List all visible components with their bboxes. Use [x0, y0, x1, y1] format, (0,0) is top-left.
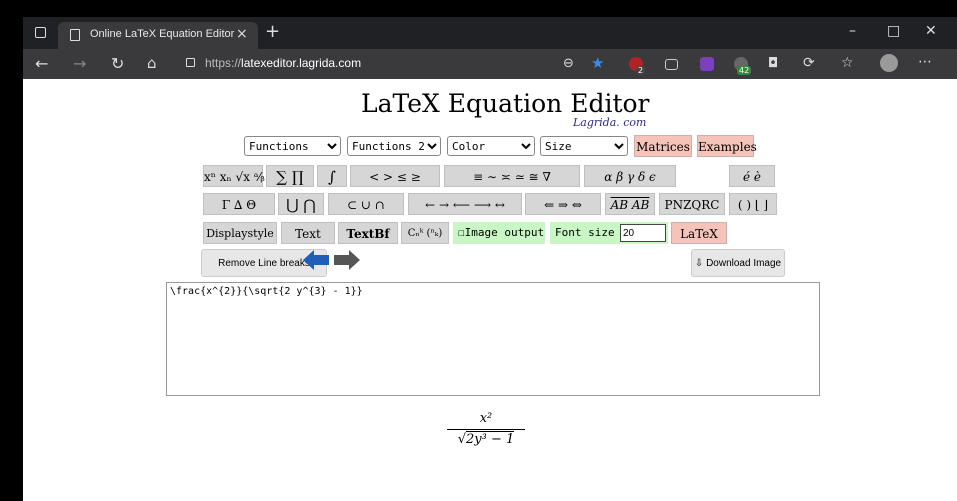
page-title-text: Equation Editor	[439, 89, 650, 118]
url-host: latexeditor.lagrida.com	[241, 56, 362, 70]
favorites-list-icon[interactable]: ☆	[841, 55, 854, 71]
favorite-star-icon[interactable]: ★	[591, 54, 604, 72]
download-image-label: Download Image	[706, 258, 782, 269]
extension-shield-icon[interactable]: ◘	[768, 56, 778, 71]
number-sets-button[interactable]: PNZQRC	[659, 193, 725, 215]
image-output-toggle[interactable]: ☐Image output	[453, 222, 545, 244]
arrows-button[interactable]: ← → ⟵ ⟶ ↔	[408, 193, 522, 215]
fraction-denominator: √2y³ − 1	[447, 429, 525, 447]
relations-button[interactable]: ≡ ∼ ≍ ≃ ≅ ∇	[444, 165, 580, 187]
download-image-button[interactable]: ⇩ Download Image	[691, 249, 785, 277]
url-field[interactable]: https://latexeditor.lagrida.com	[205, 56, 361, 70]
greek-upper-button[interactable]: Γ ∆ Θ	[203, 193, 275, 215]
window-menu-icon[interactable]	[35, 27, 46, 38]
accents-button[interactable]: é è	[729, 165, 775, 187]
home-icon[interactable]: ⌂	[147, 54, 157, 72]
font-size-label: Font size	[555, 226, 615, 239]
extension-badge-green: 42	[737, 66, 752, 75]
functions-select[interactable]: Functions	[244, 136, 341, 156]
binomial-button[interactable]: Cₙᵏ (ⁿₖ)	[401, 222, 449, 244]
tab-title: Online LaTeX Equation Editor	[90, 28, 235, 40]
browser-window: Online LaTeX Equation Editor × + – □ ✕ ←…	[23, 17, 957, 501]
size-select[interactable]: Size	[540, 136, 628, 156]
superscript-subscript-button[interactable]: xⁿ xₙ √x ᵃ⁄ᵦ	[203, 165, 265, 187]
sum-product-button[interactable]: ∑ ∏	[266, 165, 314, 187]
media-icon[interactable]	[665, 59, 678, 70]
url-scheme: https://	[205, 56, 242, 70]
refresh-icon[interactable]: ↻	[111, 54, 124, 73]
displaystyle-button[interactable]: Displaystyle	[203, 222, 277, 244]
redo-arrow-icon[interactable]	[334, 249, 360, 271]
image-output-label: Image output	[464, 226, 545, 239]
sqrt-content: 2y³ − 1	[466, 431, 515, 447]
tab-latex-editor[interactable]: Online LaTeX Equation Editor ×	[58, 22, 258, 49]
extension-badge: 2	[636, 66, 646, 75]
page-title: LaTeX Equation Editor	[361, 89, 650, 118]
zoom-icon[interactable]: ⊖	[563, 56, 574, 71]
checkbox-icon[interactable]: ☐	[458, 226, 465, 239]
lock-icon[interactable]	[186, 58, 195, 67]
text-button[interactable]: Text	[281, 222, 335, 244]
rendered-equation: x² √2y³ − 1	[441, 411, 531, 447]
page-content: LaTeX Equation Editor Lagrida. com Funct…	[23, 79, 957, 501]
latex-render-button[interactable]: LaTeX	[671, 222, 727, 244]
color-select[interactable]: Color	[447, 136, 535, 156]
fraction-numerator: x²	[479, 411, 493, 426]
profile-avatar[interactable]	[880, 54, 898, 72]
more-menu-icon[interactable]: ⋯	[918, 54, 932, 70]
sqrt-symbol: √	[457, 432, 467, 447]
undo-arrow-icon[interactable]	[303, 249, 329, 271]
inequality-button[interactable]: < > ≤ ≥	[350, 165, 440, 187]
tab-bar: Online LaTeX Equation Editor × + – □ ✕	[23, 17, 957, 49]
close-tab-icon[interactable]: ×	[236, 26, 248, 42]
vector-button[interactable]: AB AB	[605, 193, 655, 215]
minimize-icon[interactable]: –	[849, 23, 856, 39]
brand-subtitle: Lagrida. com	[573, 116, 647, 129]
greek-lower-button[interactable]: α β γ δ ϵ	[584, 165, 676, 187]
page-icon	[70, 29, 80, 41]
new-tab-icon[interactable]: +	[265, 21, 280, 42]
font-size-input[interactable]	[620, 224, 666, 242]
latex-logo: LaTeX	[361, 89, 440, 118]
address-bar: ← → ↻ ⌂ https://latexeditor.lagrida.com …	[23, 49, 957, 79]
brackets-button[interactable]: ( ) ⌊ ⌋	[729, 193, 777, 215]
integral-button[interactable]: ∫	[317, 165, 347, 187]
examples-button[interactable]: Examples	[697, 135, 757, 157]
matrices-button[interactable]: Matrices	[634, 135, 692, 157]
forward-icon[interactable]: →	[73, 54, 86, 73]
maximize-icon[interactable]: □	[887, 23, 900, 39]
extensions-puzzle-icon[interactable]: ⟳	[803, 55, 815, 71]
extension-onenote-icon[interactable]	[700, 57, 714, 71]
back-icon[interactable]: ←	[35, 54, 48, 73]
textbf-button[interactable]: TextBf	[338, 222, 398, 244]
download-icon: ⇩	[694, 258, 704, 269]
big-union-button[interactable]: ⋃ ⋂	[278, 193, 324, 215]
double-arrows-button[interactable]: ⇐ ⇒ ⇔	[525, 193, 601, 215]
latex-editor-textarea[interactable]	[166, 282, 820, 396]
close-window-icon[interactable]: ✕	[925, 23, 937, 39]
set-ops-button[interactable]: ⊂ ∪ ∩	[328, 193, 404, 215]
functions2-select[interactable]: Functions 2	[347, 136, 441, 156]
